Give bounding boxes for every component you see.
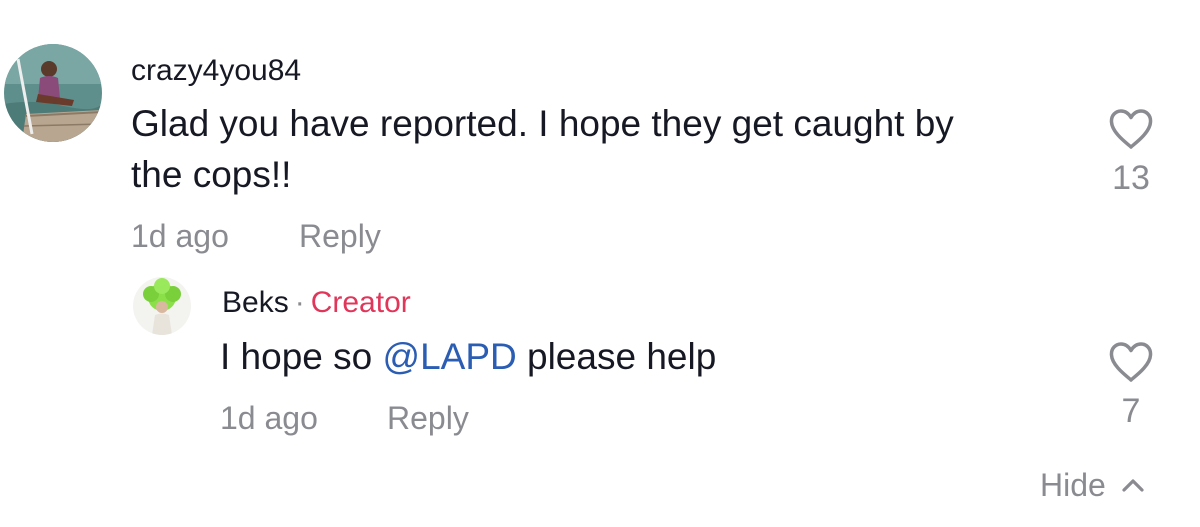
reply-text: I hope so @LAPD please help	[220, 331, 716, 382]
like-count: 7	[1121, 392, 1141, 430]
comment-text-line-1: Glad you have reported. I hope they get …	[131, 103, 954, 144]
heart-outline-icon	[1109, 109, 1153, 149]
reply-text-suffix: please help	[516, 336, 717, 377]
chevron-up-icon	[1122, 479, 1144, 492]
reply-username[interactable]: Beks	[222, 286, 289, 319]
like-count: 13	[1112, 159, 1150, 197]
like-button[interactable]: 7	[1101, 341, 1161, 431]
creator-badge: Creator	[310, 286, 411, 319]
hide-label: Hide	[1040, 467, 1106, 503]
reply-author-line: Beks · Creator	[222, 285, 411, 321]
comment-username[interactable]: crazy4you84	[131, 53, 301, 89]
hide-replies-button[interactable]: Hide	[1040, 465, 1144, 505]
avatar[interactable]	[4, 44, 102, 142]
comment-text-line-2: the cops!!	[131, 154, 292, 195]
reply-button[interactable]: Reply	[387, 398, 469, 438]
reply-text-prefix: I hope so	[220, 336, 383, 377]
reply-button[interactable]: Reply	[299, 216, 381, 256]
like-button[interactable]: 13	[1101, 108, 1161, 198]
mention-link[interactable]: @LAPD	[383, 336, 517, 377]
comment-timestamp: 1d ago	[131, 218, 229, 254]
reply-timestamp: 1d ago	[220, 400, 318, 436]
heart-outline-icon	[1109, 342, 1153, 382]
avatar[interactable]	[133, 277, 191, 335]
separator-dot: ·	[294, 286, 305, 319]
